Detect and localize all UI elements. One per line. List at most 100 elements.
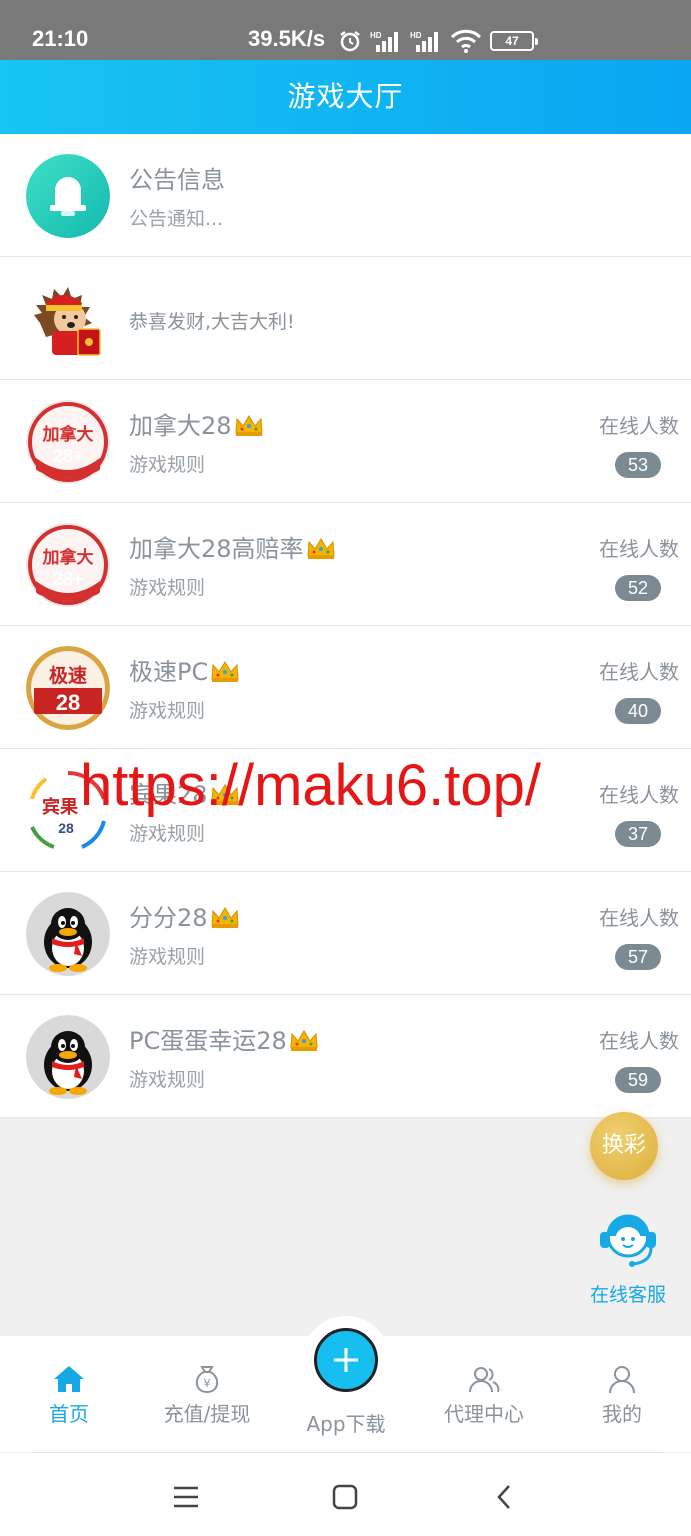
game-row[interactable]: 加拿大 28+ 加拿大28 游戏规则 在线人数 53 <box>0 380 691 503</box>
square-icon <box>332 1484 358 1510</box>
game-rule-link[interactable]: 游戏规则 <box>129 819 205 846</box>
status-bar: 21:10 39.5K/s HD HD 47 <box>0 0 691 60</box>
penguin-avatar <box>26 1015 110 1099</box>
headset-icon <box>600 1214 656 1267</box>
game-title-text: 分分28 <box>129 904 208 932</box>
game-row[interactable]: 分分28 游戏规则 在线人数 57 <box>0 872 691 995</box>
game-rule-link[interactable]: 游戏规则 <box>129 450 205 477</box>
page-title: 游戏大厅 <box>287 80 404 113</box>
tab-mine[interactable]: 我的 <box>553 1336 691 1452</box>
bell-icon <box>26 154 110 238</box>
nav-menu-button[interactable] <box>166 1479 206 1515</box>
game-rule-link[interactable]: 游戏规则 <box>129 942 205 969</box>
signal-icon: HD <box>370 31 398 52</box>
game-row[interactable]: PC蛋蛋幸运28 游戏规则 在线人数 59 <box>0 995 691 1118</box>
jisu28-logo-top: 极速 <box>49 664 87 687</box>
game-title: 极速PC <box>129 652 240 687</box>
notice-row[interactable]: 公告信息 公告通知... <box>0 134 691 257</box>
tab-agent-label: 代理中心 <box>444 1402 524 1426</box>
customer-service-button[interactable]: 在线客服 <box>586 1206 670 1307</box>
game-title: 加拿大28 <box>129 406 264 441</box>
wifi-icon <box>450 29 482 53</box>
online-label: 在线人数 <box>599 414 679 438</box>
tab-app[interactable] <box>314 1328 378 1392</box>
canada28-logo-bottom: 28+ <box>53 446 84 466</box>
tab-app-label: App下载 <box>306 1412 386 1436</box>
crown-icon <box>235 415 263 436</box>
canada28-logo-bottom: 28+ <box>53 569 84 589</box>
online-label: 在线人数 <box>599 660 679 684</box>
tab-recharge[interactable]: ¥ 充值/提现 <box>138 1336 276 1452</box>
canada28-logo: 加拿大 28+ <box>26 523 110 607</box>
svg-text:¥: ¥ <box>204 1377 211 1390</box>
penguin-avatar <box>26 892 110 976</box>
battery-indicator: 47 <box>490 31 538 51</box>
alarm-icon <box>340 31 360 52</box>
online-count-badge: 40 <box>615 698 661 724</box>
online-count-badge: 53 <box>615 452 661 478</box>
home-icon <box>54 1366 84 1392</box>
game-rule-link[interactable]: 游戏规则 <box>129 696 205 723</box>
tab-recharge-label: 充值/提现 <box>163 1402 251 1426</box>
tab-home[interactable]: 首页 <box>0 1336 138 1452</box>
online-label: 在线人数 <box>599 783 679 807</box>
game-rule-link[interactable]: 游戏规则 <box>129 573 205 600</box>
greeting-row[interactable]: 恭喜发财,大吉大利! <box>0 257 691 380</box>
bingo28-logo-bottom: 28 <box>58 820 74 836</box>
crown-icon <box>211 661 239 682</box>
status-time: 21:10 <box>32 26 89 51</box>
online-count-badge: 57 <box>615 944 661 970</box>
online-count-badge: 59 <box>615 1067 661 1093</box>
online-label: 在线人数 <box>599 906 679 930</box>
watermark-url: https://maku6.top/ <box>80 753 542 818</box>
hedgehog-avatar <box>26 277 110 361</box>
svg-text:HD: HD <box>410 31 422 40</box>
game-title-text: PC蛋蛋幸运28 <box>129 1027 287 1055</box>
notice-title: 公告信息 <box>129 166 225 194</box>
user-icon <box>609 1366 635 1394</box>
game-title: PC蛋蛋幸运28 <box>129 1021 319 1056</box>
svg-text:HD: HD <box>370 31 382 40</box>
menu-icon <box>174 1486 198 1508</box>
game-title: 分分28 <box>129 898 240 933</box>
system-nav-bar <box>0 1453 691 1536</box>
game-title: 加拿大28高赔率 <box>129 529 336 564</box>
signal-icon-2: HD <box>410 31 438 52</box>
game-rule-link[interactable]: 游戏规则 <box>129 1065 205 1092</box>
bingo28-logo-top: 宾果 <box>42 796 79 818</box>
game-title-text: 加拿大28高赔率 <box>129 535 304 563</box>
network-speed: 39.5K/s <box>248 26 326 51</box>
crown-icon <box>290 1030 318 1051</box>
users-icon <box>469 1367 500 1393</box>
switch-lottery-button[interactable]: 换彩 <box>590 1112 658 1180</box>
jisu28-logo: 极速 28 <box>26 646 110 730</box>
money-bag-icon: ¥ <box>195 1366 219 1394</box>
online-count-badge: 37 <box>615 821 661 847</box>
canada28-logo-top: 加拿大 <box>42 424 94 445</box>
game-row[interactable]: 极速 28 极速PC 游戏规则 在线人数 40 <box>0 626 691 749</box>
game-title-text: 加拿大28 <box>129 412 232 440</box>
chevron-left-icon <box>497 1485 510 1509</box>
plus-icon <box>334 1348 358 1372</box>
online-count-badge: 52 <box>615 575 661 601</box>
game-row[interactable]: 加拿大 28+ 加拿大28高赔率 游戏规则 在线人数 52 <box>0 503 691 626</box>
nav-home-button[interactable] <box>325 1479 365 1515</box>
status-icons: HD HD 47 <box>338 28 538 54</box>
tab-home-label: 首页 <box>49 1402 89 1426</box>
canada28-logo-top: 加拿大 <box>42 547 94 568</box>
customer-service-label: 在线客服 <box>589 1284 666 1306</box>
bottom-tab-bar: 首页 ¥ 充值/提现 App下载 代理中心 我的 <box>0 1316 691 1452</box>
crown-icon <box>307 538 335 559</box>
tab-agent[interactable]: 代理中心 <box>415 1336 553 1452</box>
game-title-text: 极速PC <box>129 658 209 686</box>
notice-subtitle: 公告通知... <box>129 208 224 230</box>
nav-back-button[interactable] <box>484 1479 524 1515</box>
greeting-text: 恭喜发财,大吉大利! <box>129 311 295 333</box>
canada28-logo: 加拿大 28+ <box>26 400 110 484</box>
jisu28-logo-bottom: 28 <box>56 690 80 715</box>
game-list: 公告信息 公告通知... 恭喜发财,大吉大利! 加拿大 28+ 加拿大28 游戏规… <box>0 134 691 1118</box>
tab-mine-label: 我的 <box>602 1402 642 1426</box>
online-label: 在线人数 <box>599 537 679 561</box>
crown-icon <box>211 907 239 928</box>
header: 游戏大厅 <box>0 60 691 134</box>
